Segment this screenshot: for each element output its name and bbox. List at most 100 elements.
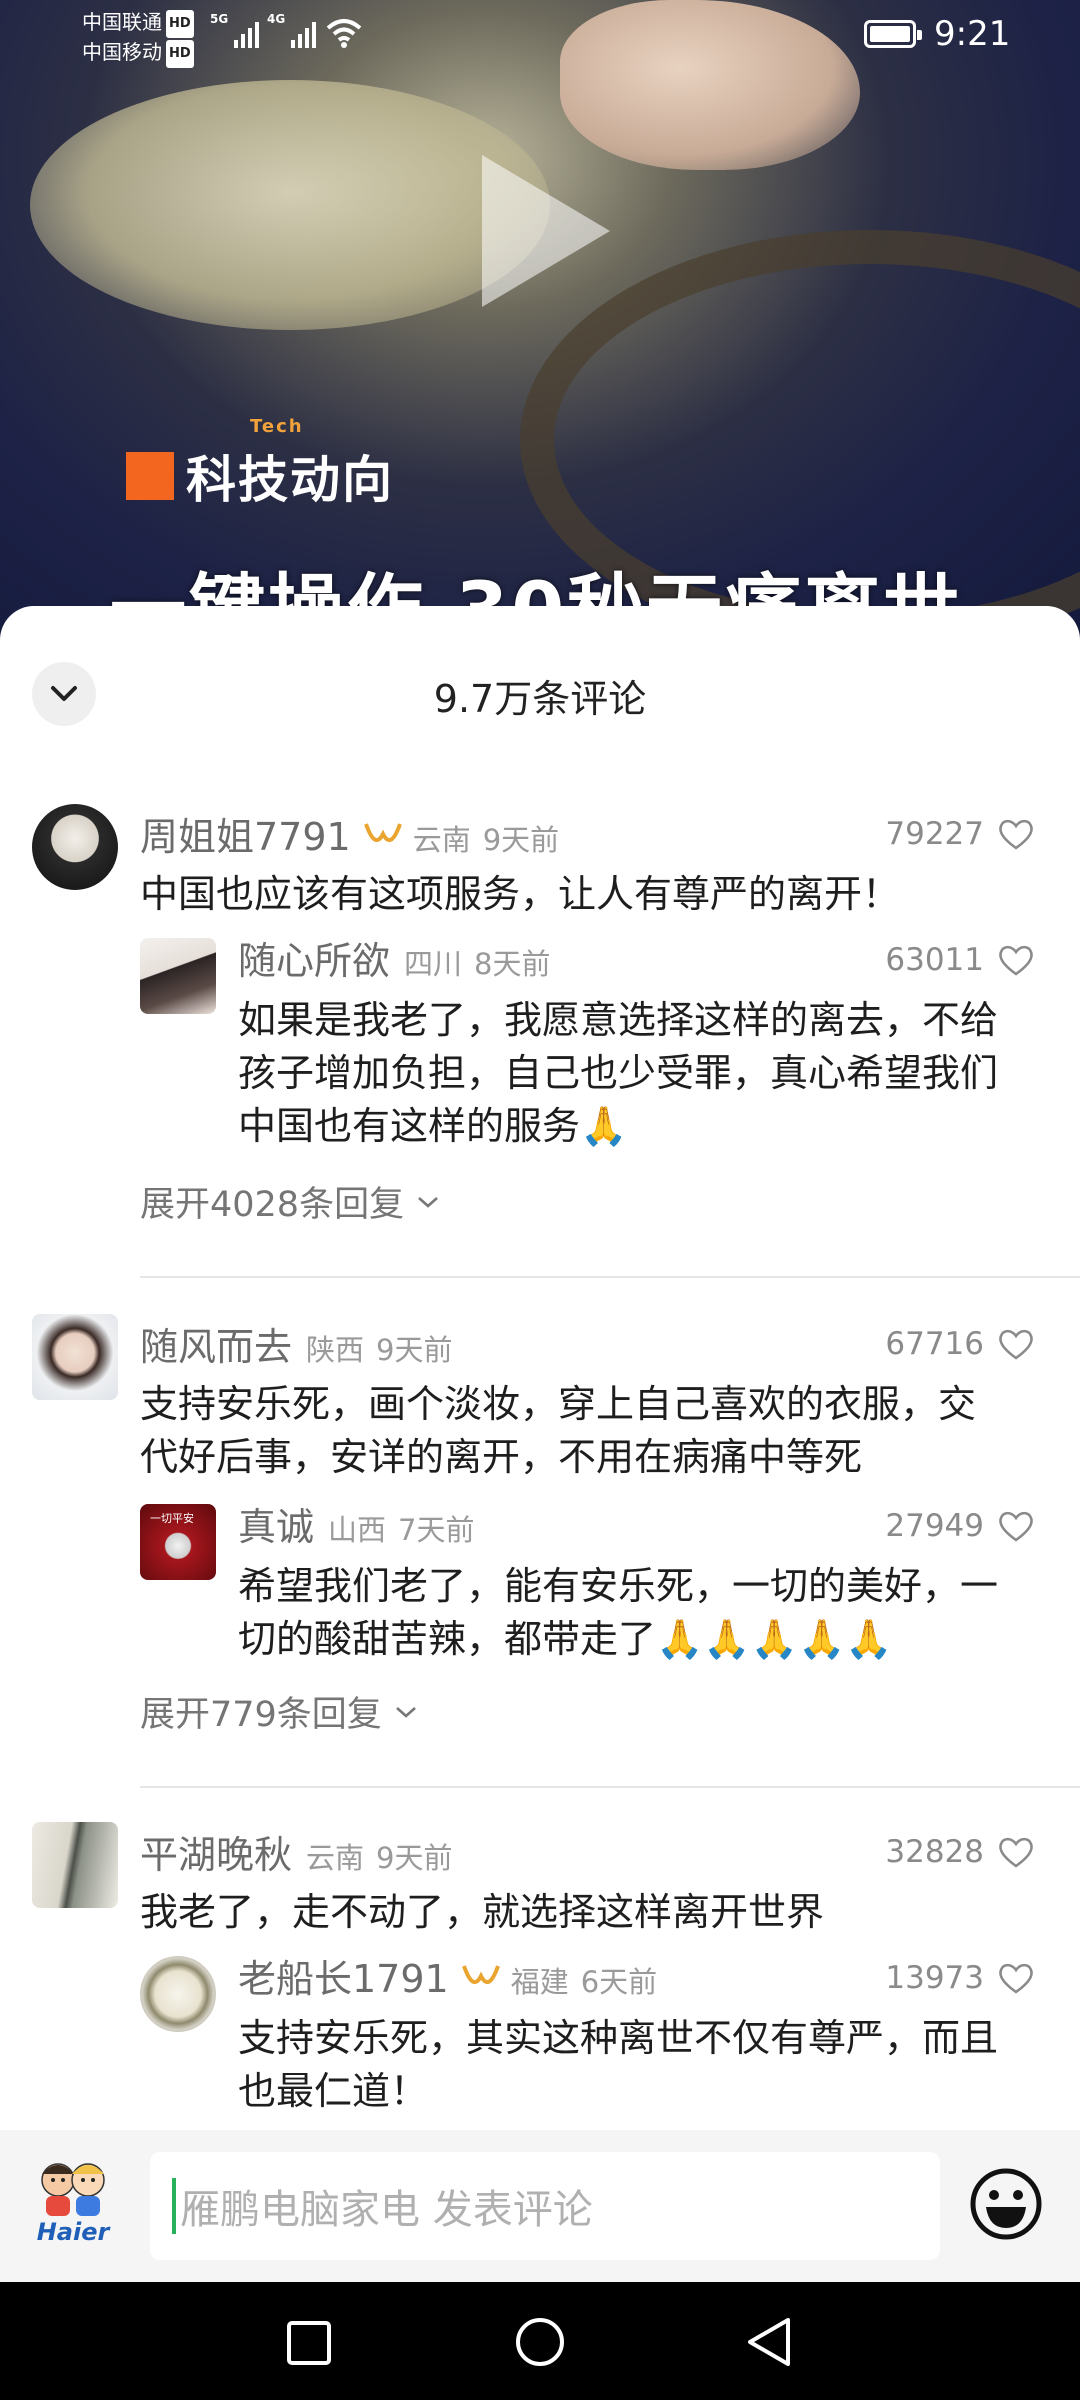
comment-time: 9天前	[376, 1841, 453, 1875]
reply-header: 随心所欲 四川 8天前	[238, 930, 550, 985]
video-frame-person	[30, 80, 550, 330]
avatar[interactable]	[140, 938, 216, 1014]
user-location: 云南	[412, 823, 471, 857]
home-icon[interactable]	[514, 2316, 566, 2368]
comment-time: 9天前	[482, 823, 560, 857]
reply-text: 如果是我老了，我愿意选择这样的离去，不给 孩子增加负担，自己也少受罪，真心希望我…	[238, 994, 998, 1153]
like-button[interactable]: 79227	[885, 816, 1034, 852]
reply-header: 真诚 山西 7天前	[238, 1496, 474, 1551]
heart-outline-icon	[999, 1837, 1033, 1868]
username[interactable]: 随风而去	[140, 1316, 292, 1371]
comment-input-placeholder: 雁鹏电脑家电 发表评论	[180, 2187, 593, 2233]
signal-4g-icon: 4G	[267, 12, 316, 48]
comment-text: 支持安乐死，画个淡妆，穿上自己喜欢的衣服，交 代好后事，安详的离开，不用在病痛中…	[140, 1378, 976, 1484]
emoji-icon[interactable]	[968, 2166, 1044, 2242]
sponsor-logo[interactable]: Haier	[30, 2158, 116, 2248]
signal-indicators: 5G 4G	[210, 12, 362, 48]
user-location: 四川	[404, 947, 463, 981]
wifi-icon	[326, 19, 362, 48]
reply-text-line: 如果是我老了，我愿意选择这样的离去，不给	[238, 998, 999, 1042]
back-icon[interactable]	[744, 2316, 794, 2368]
vip-badge-icon	[461, 1965, 500, 1985]
like-button[interactable]: 13973	[885, 1960, 1034, 1996]
like-button[interactable]: 63011	[885, 942, 1034, 978]
reply-text-line: 切的酸甜苦辣，都带走了🙏🙏🙏🙏🙏	[238, 1617, 893, 1661]
clock: 9:21	[934, 14, 1011, 54]
username[interactable]: 周姐姐7791	[140, 806, 351, 861]
avatar[interactable]	[32, 804, 118, 890]
reply-text-line: 中国也有这样的服务🙏	[238, 1104, 628, 1148]
like-count: 63011	[885, 942, 984, 978]
mascot-icon	[41, 2163, 105, 2216]
expand-replies-label: 展开779条回复	[140, 1695, 382, 1735]
comment-header: 平湖晚秋 云南 9天前	[140, 1824, 452, 1879]
reply-text-line: 支持安乐死，其实这种离世不仅有尊严，而且	[238, 2016, 999, 2060]
avatar[interactable]	[32, 1314, 118, 1400]
comment-time: 7天前	[398, 1513, 475, 1547]
video-player[interactable]: Tech 科技动向 一键操作 30秒无痛离世	[0, 0, 1080, 640]
comment-input-bar: Haier 雁鹏电脑家电 发表评论	[0, 2130, 1080, 2282]
heart-outline-icon	[999, 1329, 1033, 1360]
comment-text: 我老了，走不动了，就选择这样离开世界	[140, 1890, 825, 1934]
like-count: 67716	[885, 1326, 984, 1362]
reply-text-line: 希望我们老了，能有安乐死，一切的美好，一	[238, 1564, 999, 1608]
comment-text-line: 代好后事，安详的离开，不用在病痛中等死	[140, 1435, 863, 1479]
username[interactable]: 老船长1791	[238, 1948, 449, 2003]
heart-outline-icon	[999, 1963, 1033, 1994]
comment-time: 9天前	[376, 1333, 453, 1367]
recent-apps-icon[interactable]	[286, 2320, 332, 2366]
comment-time: 6天前	[580, 1965, 658, 1999]
like-count: 32828	[885, 1834, 984, 1870]
like-button[interactable]: 67716	[885, 1326, 1034, 1362]
reply-text: 支持安乐死，其实这种离世不仅有尊严，而且 也最仁道！	[238, 2012, 998, 2118]
brand-square-icon	[126, 452, 174, 500]
comment-input[interactable]: 雁鹏电脑家电 发表评论	[150, 2152, 940, 2260]
expand-replies-label: 展开4028条回复	[140, 1185, 405, 1225]
like-count: 13973	[885, 1960, 984, 1996]
carrier-1: 中国联通	[82, 10, 162, 34]
avatar[interactable]: 一切平安	[140, 1504, 216, 1580]
expand-replies-button[interactable]: 展开4028条回复	[140, 1176, 440, 1227]
like-button[interactable]: 32828	[885, 1834, 1034, 1870]
divider	[140, 1276, 1080, 1278]
battery-icon	[864, 20, 922, 48]
heart-outline-icon	[999, 945, 1033, 976]
avatar[interactable]	[32, 1822, 118, 1908]
like-count: 79227	[885, 816, 984, 852]
comments-sheet: 9.7万条评论 周姐姐7791 云南 9天前 79227 中国也应该有这项服务，…	[0, 606, 1080, 2282]
reply-header: 老船长1791 福建 6天前	[238, 1948, 657, 2003]
user-location: 山西	[328, 1513, 387, 1547]
avatar-text: 一切平安	[150, 1512, 194, 1525]
expand-replies-button[interactable]: 展开779条回复	[140, 1686, 418, 1737]
hd-badge: HD	[166, 40, 194, 68]
heart-outline-icon	[999, 1511, 1033, 1542]
like-button[interactable]: 27949	[885, 1508, 1034, 1544]
user-location: 云南	[306, 1841, 365, 1875]
username[interactable]: 平湖晚秋	[140, 1824, 292, 1879]
chevron-down-icon	[418, 1196, 438, 1208]
video-brand: Tech 科技动向	[126, 416, 394, 512]
brand-tag: Tech	[250, 416, 304, 437]
comment-text: 中国也应该有这项服务，让人有尊严的离开！	[140, 872, 901, 916]
like-count: 27949	[885, 1508, 984, 1544]
brand-name: 科技动向	[186, 451, 394, 509]
comment-time: 8天前	[474, 947, 551, 981]
username[interactable]: 真诚	[238, 1496, 314, 1551]
system-nav-bar	[0, 2282, 1080, 2400]
avatar[interactable]	[140, 1956, 216, 2032]
status-bar: 中国联通 HD 中国移动 HD 5G 4G 9:21	[0, 0, 1080, 76]
network-label: 5G	[210, 12, 229, 26]
carrier-info: 中国联通 HD 中国移动 HD	[82, 8, 194, 68]
chevron-down-icon	[395, 1706, 416, 1718]
hd-badge: HD	[166, 10, 194, 38]
username[interactable]: 随心所欲	[238, 930, 390, 985]
vip-badge-icon	[363, 823, 402, 843]
comment-header: 随风而去 陕西 9天前	[140, 1316, 452, 1371]
user-location: 福建	[510, 1965, 569, 1999]
comments-count-title: 9.7万条评论	[433, 677, 647, 721]
comment-text-line: 支持安乐死，画个淡妆，穿上自己喜欢的衣服，交	[140, 1382, 977, 1426]
heart-outline-icon	[999, 819, 1033, 850]
carrier-2: 中国移动	[82, 40, 162, 64]
signal-5g-icon: 5G	[210, 12, 259, 48]
play-icon[interactable]	[482, 155, 610, 307]
